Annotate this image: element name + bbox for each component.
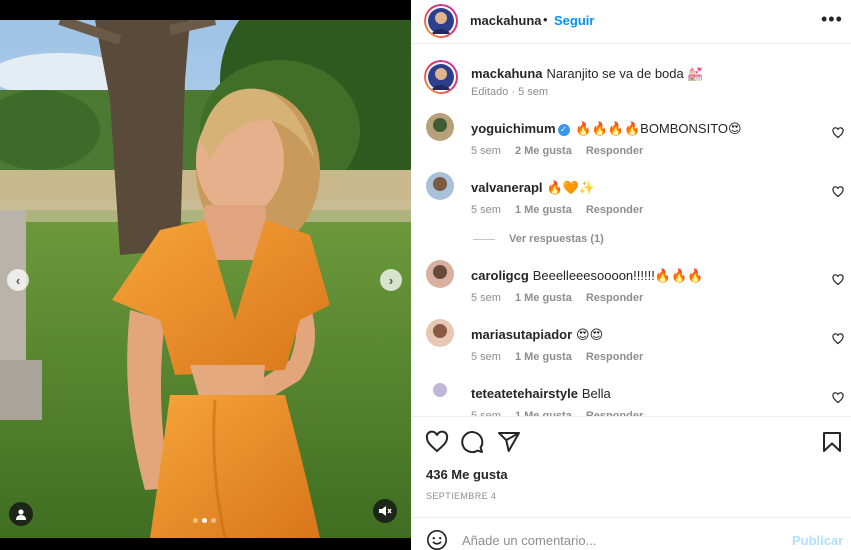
comment-like-heart-icon[interactable]	[832, 186, 844, 198]
send-icon[interactable]	[497, 430, 521, 454]
photo-illustration	[0, 20, 411, 538]
comment-avatar[interactable]	[426, 113, 454, 141]
chevron-right-icon: ›	[388, 272, 394, 288]
comments-list[interactable]: mackahuna Naranjito se va de boda 💒 Edit…	[411, 52, 851, 416]
reply-button[interactable]: Responder	[586, 351, 643, 363]
comment-text: 🔥🔥🔥🔥BOMBONSITO😍	[575, 121, 742, 136]
publish-button[interactable]: Publicar	[792, 533, 843, 548]
comment-like-heart-icon[interactable]	[832, 392, 844, 404]
comment-text: Bella	[581, 386, 611, 401]
verified-badge-icon: ✓	[557, 124, 570, 136]
comment-text: 🔥🧡✨	[546, 180, 595, 195]
view-replies-label: Ver respuestas (1)	[509, 233, 604, 245]
comment-username[interactable]: yoguichimum	[471, 121, 556, 136]
comment-row: caroligcg Beeelleeesoooon!!!!!!🔥🔥🔥 5 sem 1…	[411, 260, 851, 310]
comment-username[interactable]: mariasutapiador	[471, 327, 572, 342]
comment-like-heart-icon[interactable]	[832, 274, 844, 286]
comment-row: mariasutapiador 😍😍 5 sem 1 Me gusta Respond…	[411, 319, 851, 369]
comment-likes[interactable]: 1 Me gusta	[515, 351, 572, 363]
reply-button[interactable]: Responder	[586, 204, 643, 216]
comment-likes[interactable]: 1 Me gusta	[515, 292, 572, 304]
comment-icon[interactable]	[460, 430, 484, 454]
replies-divider	[473, 238, 495, 240]
carousel-dot	[193, 518, 198, 523]
chevron-left-icon: ‹	[15, 272, 21, 288]
comment-row: yoguichimum ✓ 🔥🔥🔥🔥BOMBONSITO😍 5 sem 2 Me gu…	[411, 113, 851, 163]
post-details-panel: mackahuna • Seguir ••• mackahuna Naranji	[411, 0, 851, 550]
bookmark-icon[interactable]	[820, 430, 844, 454]
comment-input[interactable]	[462, 530, 782, 550]
carousel-prev-button[interactable]: ‹	[7, 269, 29, 291]
comment-avatar[interactable]	[426, 260, 454, 288]
carousel-next-button[interactable]: ›	[380, 269, 402, 291]
post-actions: 436 Me gusta SEPTIEMBRE 4 Publicar	[411, 416, 851, 550]
caption-avatar-ring[interactable]	[424, 60, 458, 94]
comment-text: Beeelleeesoooon!!!!!!🔥🔥🔥	[532, 268, 704, 283]
comment-username[interactable]: teteatetehairstyle	[471, 386, 578, 401]
caption-text: Naranjito se va de boda 💒	[546, 66, 704, 81]
post-photo[interactable]	[0, 20, 411, 538]
comment-avatar[interactable]	[426, 172, 454, 200]
carousel-dot	[202, 518, 207, 523]
follow-button[interactable]: Seguir	[554, 13, 594, 28]
comment-like-heart-icon[interactable]	[832, 333, 844, 345]
comment-avatar[interactable]	[426, 319, 454, 347]
reply-button[interactable]: Responder	[586, 292, 643, 304]
heart-icon[interactable]	[425, 430, 449, 454]
likes-count[interactable]: 436 Me gusta	[426, 467, 508, 482]
tagged-users-button[interactable]	[9, 502, 33, 526]
comment-likes[interactable]: 2 Me gusta	[515, 145, 572, 157]
view-replies-button[interactable]: Ver respuestas (1)	[473, 233, 604, 245]
post-date: SEPTIEMBRE 4	[426, 491, 497, 501]
caption-meta: Editado · 5 sem	[471, 86, 549, 98]
comment-username[interactable]: caroligcg	[471, 268, 529, 283]
user-tag-icon	[16, 509, 26, 520]
comment-like-heart-icon[interactable]	[832, 127, 844, 139]
post-media: ‹ ›	[0, 0, 411, 550]
comment-row: teteatetehairstyle Bella 5 sem 1 Me gusta R…	[411, 378, 851, 416]
comment-text: 😍😍	[576, 327, 604, 342]
post-header: mackahuna • Seguir •••	[411, 0, 851, 44]
author-username[interactable]: mackahuna	[470, 13, 542, 28]
comment-time: 5 sem	[471, 351, 501, 363]
volume-muted-icon	[379, 506, 392, 516]
comment-username[interactable]: valvanerapl	[471, 180, 543, 195]
comment-time: 5 sem	[471, 204, 501, 216]
caption-author-avatar	[428, 64, 454, 90]
comment-composer: Publicar	[411, 517, 851, 550]
carousel-dot	[211, 518, 216, 523]
comment-time: 5 sem	[471, 145, 501, 157]
smile-icon[interactable]	[426, 529, 448, 550]
author-avatar	[428, 8, 454, 34]
more-options-button[interactable]: •••	[821, 10, 843, 28]
post-caption: mackahuna Naranjito se va de boda 💒 Edit…	[411, 60, 851, 108]
author-avatar-ring[interactable]	[424, 4, 458, 38]
more-horizontal-icon: •••	[821, 9, 843, 29]
header-separator: •	[543, 12, 548, 27]
comment-avatar[interactable]	[426, 378, 454, 406]
reply-button[interactable]: Responder	[586, 145, 643, 157]
caption-username[interactable]: mackahuna	[471, 66, 543, 81]
comment-time: 5 sem	[471, 292, 501, 304]
carousel-indicator	[193, 518, 216, 523]
comment-likes[interactable]: 1 Me gusta	[515, 204, 572, 216]
comment-row: valvanerapl 🔥🧡✨ 5 sem 1 Me gusta Responder	[411, 172, 851, 222]
audio-toggle-button[interactable]	[373, 499, 397, 523]
